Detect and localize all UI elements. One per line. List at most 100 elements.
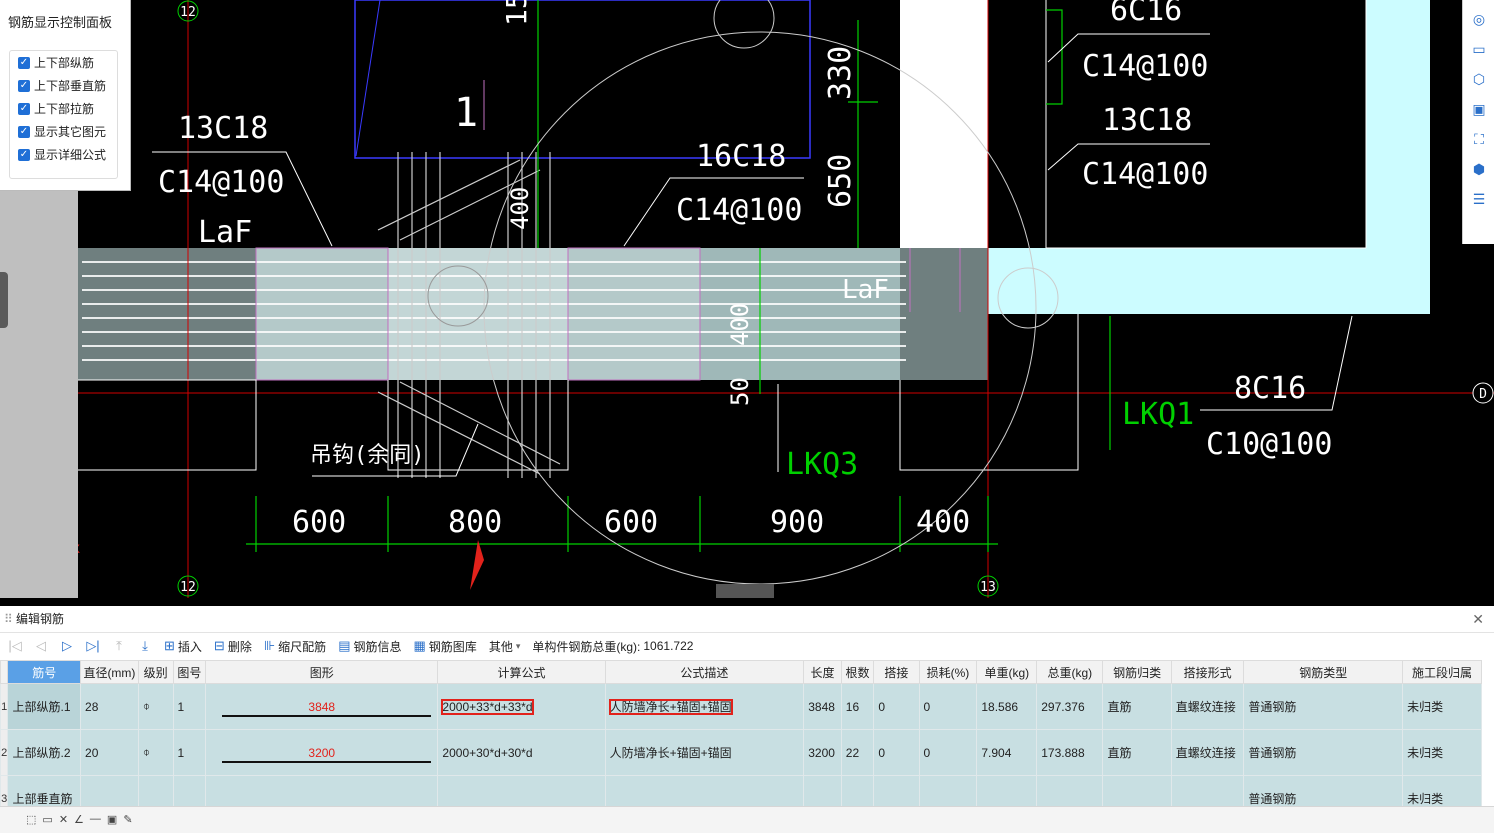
option-top-bottom-vertical[interactable]: ✓ 上下部垂直筋	[10, 74, 117, 97]
shape-length: 3848	[308, 699, 336, 714]
column-header[interactable]: 施工段归属	[1402, 660, 1482, 684]
first-record-icon[interactable]: |◁	[4, 638, 26, 654]
rebar-line	[222, 715, 432, 717]
rebar-line	[222, 761, 432, 763]
column-header[interactable]: 公式描述	[604, 660, 805, 684]
3d-view-icon[interactable]: ⬡	[1468, 68, 1490, 90]
desc-highlight: 人防墙净长+锚固+锚固	[608, 699, 733, 715]
axis-label-bottom-left: 12	[180, 580, 196, 595]
column-header[interactable]: 图形	[205, 660, 439, 684]
column-header[interactable]: 钢筋归类	[1102, 660, 1172, 684]
checkbox-checked-icon[interactable]: ✓	[18, 79, 30, 92]
column-header[interactable]: 损耗(%)	[918, 660, 978, 684]
last-record-icon[interactable]: ▷|	[82, 638, 104, 654]
edit-toolbar: |◁ ◁ ▷ ▷| ⤒ ⤓ ⊞ 插入 ⊟ 删除 ⊪ 缩尺配筋 ▤ 钢筋信息 ▦ 钢筋图库 …	[0, 633, 1494, 659]
table-row[interactable]: 1 上部纵筋.1 28 ⌽ 1 3848 2000+33*d+33*d 人防墙净…	[0, 683, 1482, 730]
shape-cell[interactable]: 3200	[205, 729, 439, 776]
axis-label-bottom-right: 13	[980, 580, 996, 595]
total-weight: 单构件钢筋总重(kg): 1061.722	[532, 639, 694, 654]
column-header[interactable]: 直径(mm)	[80, 660, 139, 684]
table-row[interactable]: 2 上部纵筋.2 20 ⌽ 1 3200 2000+30*d+30*d 人防墙净…	[0, 729, 1482, 776]
drawing-svg[interactable]: 12 12 13 D 13C18 C14@100 LaF 16C18 C14@1…	[0, 0, 1494, 598]
dim-50: 50	[726, 377, 754, 406]
checkbox-checked-icon[interactable]: ✓	[18, 148, 30, 161]
rebar-label-top-right: 6C16	[1110, 0, 1182, 28]
other-dropdown[interactable]: 其他 ▾	[485, 638, 525, 655]
cad-canvas[interactable]: 12 12 13 D 13C18 C14@100 LaF 16C18 C14@1…	[0, 0, 1494, 598]
dim-400: 400	[916, 505, 970, 540]
prev-record-icon[interactable]: ◁	[30, 638, 52, 654]
dim-900: 900	[770, 505, 824, 540]
info-icon: ▤	[338, 638, 351, 653]
window-tool-icon[interactable]: ▭	[42, 813, 52, 826]
stirrup-label-left: C14@100	[158, 165, 284, 200]
line-tool-icon[interactable]: —	[90, 813, 101, 826]
hanger-note: 吊钩(余同)	[310, 443, 425, 468]
rebar-display-control-panel: 钢筋显示控制面板 ✓ 上下部纵筋 ✓ 上下部垂直筋 ✓ 上下部拉筋 ✓ 显示其它图元 ✓…	[0, 0, 131, 191]
edit-tool-icon[interactable]: ✎	[123, 813, 132, 826]
checkbox-checked-icon[interactable]: ✓	[18, 125, 30, 138]
mark-1: 1	[454, 90, 478, 136]
next-record-icon[interactable]: ▷	[56, 638, 78, 654]
left-strip	[0, 190, 78, 598]
column-header[interactable]: 长度	[803, 660, 842, 684]
desc-cell[interactable]: 人防墙净长+锚固+锚固	[604, 683, 805, 730]
column-header[interactable]: 搭接	[873, 660, 920, 684]
scale-rebar-button[interactable]: ⊪ 缩尺配筋	[260, 638, 330, 655]
rebar-library-button[interactable]: ▦ 钢筋图库	[410, 638, 481, 655]
stirrup-label-right-1: C14@100	[1082, 49, 1208, 84]
column-header[interactable]: 筋号	[7, 660, 82, 684]
ruler-icon: ⊪	[263, 638, 276, 653]
control-panel-title: 钢筋显示控制面板	[8, 15, 113, 30]
stirrup-label-lkq1: C10@100	[1206, 427, 1332, 462]
formula-highlight: 2000+33*d+33*d	[441, 698, 534, 715]
column-header[interactable]: 总重(kg)	[1036, 660, 1104, 684]
box-view-icon[interactable]: ⬢	[1468, 158, 1490, 180]
column-header[interactable]: 图号	[172, 660, 207, 684]
anchor-label-left: LaF	[198, 215, 252, 250]
drag-grip-icon[interactable]: ⠿	[4, 606, 13, 632]
view-toolbar: ◎ ▭ ⬡ ▣ ⛶ ⬢ ☰	[1462, 0, 1494, 244]
column-header[interactable]: 搭接形式	[1170, 660, 1245, 684]
insert-button[interactable]: ⊞ 插入	[160, 638, 206, 655]
dim-330: 330	[823, 46, 858, 100]
checkbox-checked-icon[interactable]: ✓	[18, 56, 30, 69]
status-bar: ⬚ ▭ ✕ ∠ — ▣ ✎	[0, 806, 1494, 833]
2d-view-icon[interactable]: ▭	[1468, 38, 1490, 60]
anchor-label-right: LaF	[842, 275, 889, 305]
save-tool-icon[interactable]: ▣	[107, 813, 117, 826]
rebar-label-lkq1: 8C16	[1234, 371, 1306, 406]
dim-600-2: 600	[604, 505, 658, 540]
option-show-detail-formula[interactable]: ✓ 显示详细公式	[10, 143, 117, 166]
axis-label-d: D	[1479, 387, 1487, 402]
dim-800: 800	[448, 505, 502, 540]
move-up-icon[interactable]: ⤒	[108, 638, 130, 654]
column-header[interactable]: 计算公式	[437, 660, 606, 684]
shape-cell[interactable]: 3848	[205, 683, 439, 730]
cross-tool-icon[interactable]: ✕	[59, 813, 68, 826]
delete-button[interactable]: ⊟ 删除	[210, 638, 256, 655]
library-icon: ▦	[413, 638, 426, 653]
fit-view-icon[interactable]: ⛶	[1468, 128, 1490, 150]
cube-icon[interactable]: ▣	[1468, 98, 1490, 120]
close-icon[interactable]: ✕	[1472, 606, 1484, 632]
stirrup-label-right-2: C14@100	[1082, 157, 1208, 192]
column-header[interactable]: 根数	[840, 660, 875, 684]
chevron-down-icon: ▾	[515, 640, 521, 651]
column-header[interactable]: 钢筋类型	[1243, 660, 1404, 684]
formula-cell[interactable]: 2000+33*d+33*d	[437, 683, 606, 730]
list-view-icon[interactable]: ☰	[1468, 188, 1490, 210]
option-top-bottom-tie[interactable]: ✓ 上下部拉筋	[10, 97, 117, 120]
column-header[interactable]: 级别	[137, 660, 174, 684]
column-header[interactable]: 单重(kg)	[976, 660, 1038, 684]
rebar-info-button[interactable]: ▤ 钢筋信息	[334, 638, 405, 655]
wall-label-lkq1: LKQ1	[1122, 397, 1194, 432]
orbit-icon[interactable]: ◎	[1468, 8, 1490, 30]
move-down-icon[interactable]: ⤓	[134, 638, 156, 654]
checkbox-checked-icon[interactable]: ✓	[18, 102, 30, 115]
collapse-handle[interactable]	[0, 272, 8, 328]
select-tool-icon[interactable]: ⬚	[26, 813, 36, 826]
angle-tool-icon[interactable]: ∠	[74, 813, 84, 826]
option-show-other-elements[interactable]: ✓ 显示其它图元	[10, 120, 117, 143]
option-top-bottom-longitudinal[interactable]: ✓ 上下部纵筋	[10, 51, 117, 74]
